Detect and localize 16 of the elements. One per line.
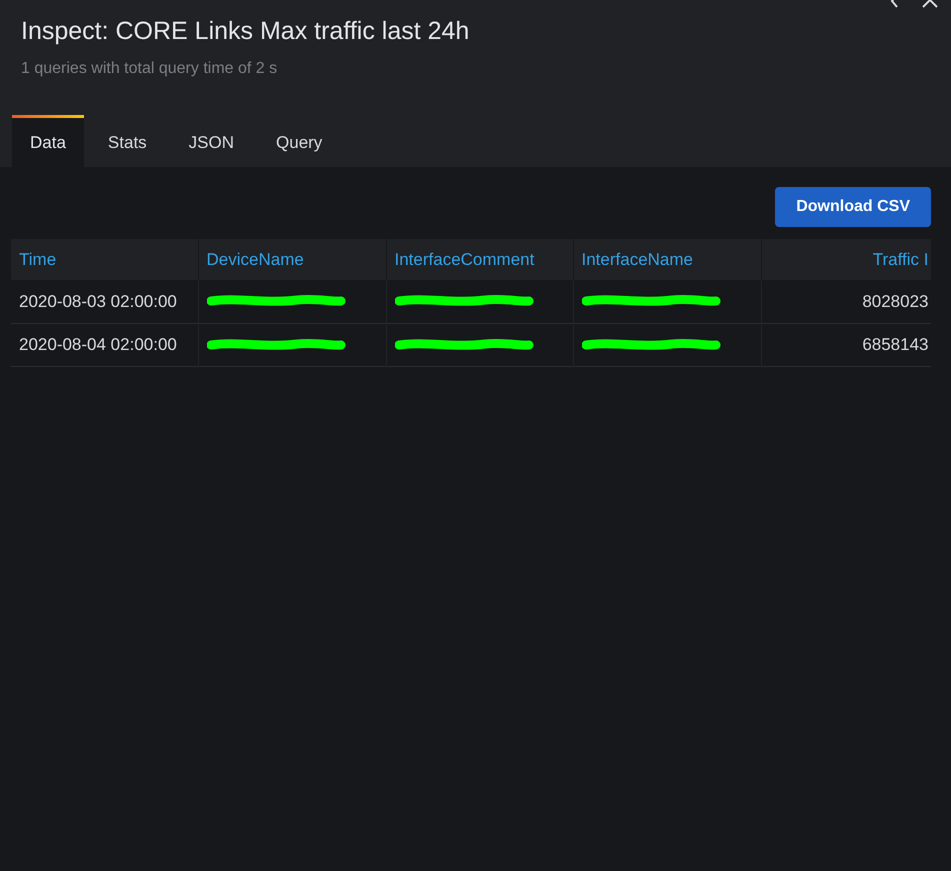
- table-cell: 2020-08-03 02:00:00: [11, 280, 198, 323]
- drawer-title: Inspect: CORE Links Max traffic last 24h: [21, 16, 470, 47]
- tab[interactable]: JSON: [170, 115, 252, 167]
- table-cell: 2020-08-04 02:00:00: [11, 323, 198, 366]
- drawer-subtitle: 1 queries with total query time of 2 s: [21, 59, 278, 79]
- tab[interactable]: Data: [12, 115, 84, 167]
- tab[interactable]: Stats: [90, 115, 165, 167]
- column-header[interactable]: Time: [11, 239, 198, 280]
- table-cell: 6858143: [761, 323, 931, 366]
- column-header[interactable]: Traffic I: [761, 239, 931, 280]
- column-header[interactable]: InterfaceName: [573, 239, 761, 280]
- table-cell: 8028023: [761, 280, 931, 323]
- tab[interactable]: Query: [258, 115, 340, 167]
- download-csv-button[interactable]: Download CSV: [775, 187, 931, 227]
- column-header[interactable]: DeviceName: [198, 239, 386, 280]
- column-header[interactable]: InterfaceComment: [386, 239, 573, 280]
